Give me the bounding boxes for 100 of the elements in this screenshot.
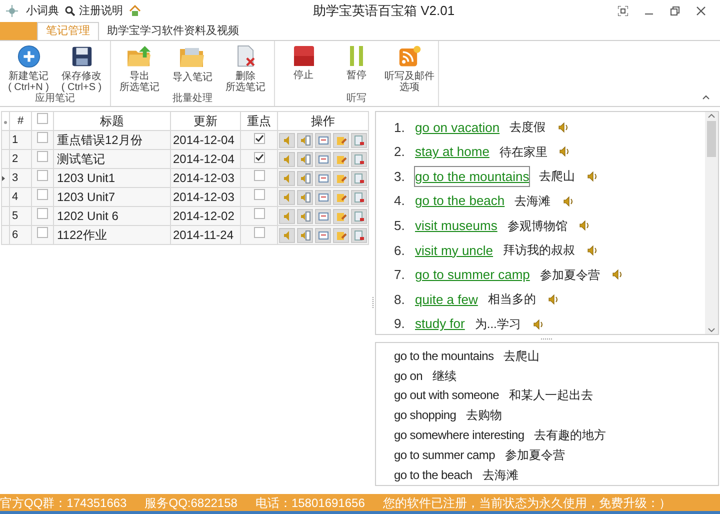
row-checkbox[interactable] bbox=[37, 226, 48, 238]
edit-icon[interactable] bbox=[333, 208, 349, 224]
edit-icon[interactable] bbox=[333, 228, 349, 242]
card-icon[interactable] bbox=[315, 132, 331, 148]
phrase-link[interactable]: go to summer camp bbox=[415, 265, 530, 285]
ribbon-button[interactable]: 暂停 bbox=[330, 41, 383, 93]
speaker-icon[interactable] bbox=[279, 170, 295, 186]
speaker-icon[interactable] bbox=[279, 228, 295, 242]
restore-icon[interactable] bbox=[670, 6, 680, 16]
important-checkbox[interactable] bbox=[254, 152, 264, 163]
card-icon[interactable] bbox=[315, 208, 331, 224]
speaker-icon[interactable] bbox=[558, 122, 569, 133]
ribbon-button[interactable]: 新建笔记 ( Ctrl+N ) bbox=[2, 41, 55, 93]
row-checkbox[interactable] bbox=[37, 150, 48, 162]
meaning-text: 相当多的 bbox=[488, 291, 536, 308]
list-number: 7. bbox=[394, 266, 406, 284]
delete-icon[interactable] bbox=[351, 228, 367, 242]
close-icon[interactable] bbox=[696, 6, 706, 16]
ribbon-button[interactable]: 删除 所选笔记 bbox=[219, 41, 272, 93]
speaker-icon[interactable] bbox=[579, 220, 590, 232]
ribbon-button[interactable]: 导入笔记 bbox=[166, 41, 219, 93]
speaker-page-icon[interactable] bbox=[297, 208, 313, 224]
title-bar-link[interactable]: 注册说明 bbox=[79, 2, 123, 20]
speaker-page-icon[interactable] bbox=[297, 152, 313, 166]
speaker-icon[interactable] bbox=[562, 196, 574, 207]
select-all-checkbox[interactable] bbox=[37, 112, 48, 124]
important-checkbox[interactable] bbox=[254, 132, 264, 144]
important-checkbox[interactable] bbox=[254, 170, 264, 181]
delete-icon[interactable] bbox=[351, 170, 367, 186]
card-icon[interactable] bbox=[315, 170, 331, 186]
speaker-icon[interactable] bbox=[548, 294, 559, 305]
edit-icon[interactable] bbox=[333, 132, 349, 148]
row-checkbox[interactable] bbox=[37, 208, 48, 219]
collapse-icon[interactable] bbox=[702, 95, 710, 100]
speaker-page-icon[interactable] bbox=[297, 170, 313, 186]
ribbon-tab[interactable]: 助学宝学习软件资料及视频 bbox=[99, 22, 247, 40]
home-icon[interactable] bbox=[129, 5, 141, 17]
speaker-icon[interactable] bbox=[587, 244, 598, 256]
speaker-icon[interactable] bbox=[612, 269, 623, 280]
card-icon[interactable] bbox=[315, 152, 331, 166]
meaning-text: 去度假 bbox=[510, 119, 546, 136]
important-checkbox[interactable] bbox=[254, 226, 264, 238]
card-icon[interactable] bbox=[315, 228, 331, 242]
phrase-text[interactable]: go to the mountains bbox=[394, 346, 494, 365]
row-checkbox[interactable] bbox=[37, 188, 48, 200]
delete-icon[interactable] bbox=[351, 208, 367, 224]
phrase-text[interactable]: go somewhere interesting bbox=[394, 426, 524, 444]
phrase-link[interactable]: go to the beach bbox=[415, 191, 505, 211]
phrase-link[interactable]: go on vacation bbox=[415, 118, 500, 138]
delete-icon[interactable] bbox=[351, 190, 367, 204]
edit-icon[interactable] bbox=[333, 170, 349, 186]
phrase-link[interactable]: stay at home bbox=[415, 142, 490, 162]
ribbon-button[interactable]: 导出 所选笔记 bbox=[113, 41, 166, 93]
speaker-page-icon[interactable] bbox=[297, 228, 313, 242]
speaker-icon[interactable] bbox=[279, 190, 295, 204]
phrase-text[interactable]: go to the beach bbox=[394, 466, 472, 484]
row-checkbox[interactable] bbox=[37, 132, 48, 143]
title-bar-link[interactable]: 小词典 bbox=[26, 2, 59, 20]
phrase-link[interactable]: quite a few bbox=[415, 290, 478, 310]
speaker-icon[interactable] bbox=[279, 208, 295, 224]
ribbon-button[interactable]: 保存修改 ( Ctrl+S ) bbox=[55, 41, 108, 93]
phrase-text[interactable]: go out with someone bbox=[394, 386, 500, 404]
speaker-page-icon[interactable] bbox=[297, 132, 313, 148]
card-icon[interactable] bbox=[315, 190, 331, 204]
scroll-down-icon[interactable] bbox=[708, 328, 715, 332]
speaker-page-icon[interactable] bbox=[297, 190, 313, 204]
column-header[interactable]: 操作 bbox=[278, 112, 368, 130]
scrollbar[interactable] bbox=[705, 112, 718, 334]
edit-icon[interactable] bbox=[333, 152, 349, 166]
app-icon bbox=[6, 5, 18, 17]
table-cell: 6 bbox=[10, 226, 32, 244]
important-checkbox[interactable] bbox=[254, 208, 264, 219]
scroll-thumb[interactable] bbox=[707, 121, 716, 157]
phrase-link[interactable]: visit my uncle bbox=[415, 240, 494, 260]
delete-icon[interactable] bbox=[351, 152, 367, 166]
important-checkbox[interactable] bbox=[254, 188, 264, 200]
meaning-text: 拜访我的叔叔 bbox=[503, 242, 576, 260]
scroll-up-icon[interactable] bbox=[708, 114, 715, 118]
speaker-icon[interactable] bbox=[532, 318, 544, 330]
speaker-icon[interactable] bbox=[279, 152, 295, 166]
delete-icon[interactable] bbox=[351, 132, 367, 148]
speaker-icon[interactable] bbox=[279, 132, 295, 148]
phrase-text[interactable]: go shopping bbox=[394, 406, 456, 424]
edit-icon[interactable] bbox=[333, 190, 349, 204]
ribbon-button[interactable]: 停止 bbox=[277, 41, 330, 93]
list-number: 3. bbox=[394, 168, 406, 186]
phrase-link[interactable]: go to the mountains bbox=[415, 166, 530, 186]
ribbon-button[interactable]: 听写及邮件 选项 bbox=[383, 41, 436, 93]
phrase-link[interactable]: visit museums bbox=[415, 216, 498, 236]
window-title: 助学宝英语百宝箱 V2.01 bbox=[313, 2, 455, 20]
row-selector[interactable] bbox=[2, 168, 10, 188]
speaker-icon[interactable] bbox=[587, 170, 598, 182]
speaker-icon[interactable] bbox=[559, 146, 570, 158]
phrase-text[interactable]: go on bbox=[394, 366, 423, 385]
list-number: 5. bbox=[394, 216, 406, 235]
fullscreen-icon[interactable] bbox=[618, 6, 628, 16]
phrase-link[interactable]: study for bbox=[415, 314, 465, 334]
phrase-text[interactable]: go to summer camp bbox=[394, 446, 495, 464]
row-checkbox[interactable] bbox=[37, 170, 48, 181]
column-header[interactable]: 标题 bbox=[54, 112, 170, 130]
